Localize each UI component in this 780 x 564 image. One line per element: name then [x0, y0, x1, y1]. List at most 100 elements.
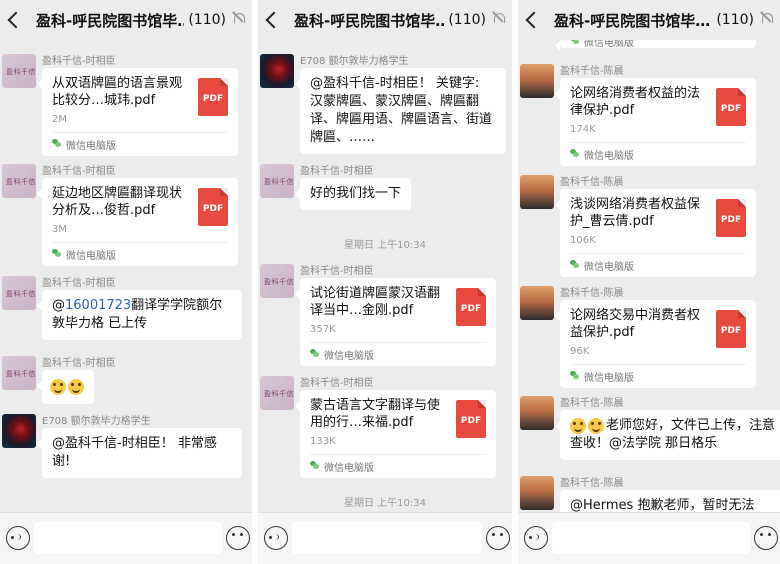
- message-list[interactable]: 盈科千信 盈科千信-时相臣 从双语牌匾的语言景观比较分…城玮.pdf 2M PD…: [0, 40, 252, 512]
- file-name: 浅谈网络消费者权益保护_曹云倩.pdf: [570, 197, 701, 229]
- file-footer: 微信电脑版: [570, 40, 746, 52]
- avatar[interactable]: [520, 175, 554, 209]
- file-card[interactable]: 延边地区牌匾翻译现状分析及…俊哲.pdf 3M PDF 微信电脑版: [37, 178, 238, 266]
- chat-title: 盈科-呼民院图书馆毕…: [554, 11, 711, 30]
- file-name: 试论街道牌匾蒙汉语翻译当中…金刚.pdf: [310, 286, 441, 318]
- file-source: 微信电脑版: [66, 141, 116, 152]
- member-count: (110): [188, 12, 226, 28]
- chat-title: 盈科-呼民院图书馆毕…: [36, 11, 185, 30]
- avatar[interactable]: 盈科千信: [2, 276, 36, 310]
- avatar[interactable]: [520, 286, 554, 320]
- file-card[interactable]: 试论街道牌匾蒙汉语翻译当中…金刚.pdf 357K PDF 微信电脑版: [295, 278, 496, 366]
- text-bubble[interactable]: @盈科千信-时相臣！ 关键字: 汉蒙牌匾、蒙汉牌匾、牌匾翻译、牌匾用语、牌匾语言…: [295, 68, 506, 154]
- smile-emoji-icon: [588, 417, 604, 434]
- file-card[interactable]: 论网络消费者权益的法律保护.pdf 174K PDF 微信电脑版: [555, 78, 756, 166]
- file-footer: 微信电脑版: [570, 253, 746, 275]
- avatar[interactable]: [2, 414, 36, 448]
- file-footer: 微信电脑版: [52, 132, 228, 154]
- file-size: 106K: [570, 235, 596, 246]
- file-footer: 微信电脑版: [310, 342, 486, 364]
- avatar[interactable]: 盈科千信: [2, 356, 36, 390]
- file-size: 96K: [570, 346, 590, 357]
- sender-name: 盈科千信-陈晨: [560, 66, 624, 77]
- file-card[interactable]: 从双语牌匾的语言景观比较分…城玮.pdf 2M PDF 微信电脑版: [37, 68, 238, 156]
- chat-header: 盈科-呼民院图书馆毕… (110): [0, 0, 252, 40]
- avatar[interactable]: [520, 64, 554, 98]
- chat-screenshot-2: 盈科-呼民院图书馆毕… (110) E708 额尔敦毕力格学生 @盈科千信-时相…: [258, 0, 512, 564]
- sender-name: 盈科千信-时相臣: [42, 278, 116, 289]
- file-card[interactable]: 论网络交易中消费者权益保护.pdf 96K PDF 微信电脑版: [555, 300, 756, 388]
- avatar[interactable]: 盈科千信: [260, 164, 294, 198]
- pdf-file-icon: PDF: [716, 88, 746, 126]
- file-size: 174K: [570, 124, 596, 135]
- emoji-icon[interactable]: [226, 526, 250, 550]
- text-bubble[interactable]: [37, 370, 94, 404]
- file-card[interactable]: 蒙古语言文字翻译与使用的行…来福.pdf 133K PDF 微信电脑版: [295, 390, 496, 478]
- file-footer: 微信电脑版: [570, 142, 746, 164]
- sender-name: E708 额尔敦毕力格学生: [42, 416, 151, 427]
- timestamp: 星期日 上午10:34: [344, 240, 426, 251]
- file-name: 蒙古语言文字翻译与使用的行…来福.pdf: [310, 398, 441, 430]
- phone-link[interactable]: 16001723: [65, 298, 131, 313]
- voice-icon[interactable]: [524, 526, 548, 550]
- file-source: 微信电脑版: [584, 40, 634, 49]
- message-input[interactable]: [34, 522, 222, 554]
- avatar[interactable]: 盈科千信: [2, 164, 36, 198]
- wechat-pc-icon: [52, 249, 61, 257]
- file-footer: 微信电脑版: [52, 242, 228, 264]
- text-bubble[interactable]: @盈科千信-时相臣！ 非常感谢!: [37, 428, 242, 478]
- chat-screenshot-3: 盈科-呼民院图书馆毕… (110) 微信电脑版 盈科千信-陈晨 论网络消费者权益…: [518, 0, 780, 564]
- sender-name: 盈科千信-陈晨: [560, 288, 624, 299]
- file-source: 微信电脑版: [584, 373, 634, 384]
- back-arrow-icon[interactable]: [518, 0, 540, 40]
- voice-icon[interactable]: [6, 526, 30, 550]
- file-card[interactable]: 浅谈网络消费者权益保护_曹云倩.pdf 106K PDF 微信电脑版: [555, 189, 756, 277]
- avatar[interactable]: 盈科千信: [260, 376, 294, 410]
- wechat-pc-icon: [570, 149, 579, 157]
- message-list[interactable]: 微信电脑版 盈科千信-陈晨 论网络消费者权益的法律保护.pdf 174K PDF…: [518, 40, 780, 512]
- message-input[interactable]: [292, 522, 482, 554]
- emoji-icon[interactable]: [486, 526, 510, 550]
- text-bubble[interactable]: @16001723翻译学学院额尔敦毕力格 已上传: [37, 290, 242, 340]
- wechat-pc-icon: [52, 139, 61, 147]
- input-bar: [518, 512, 780, 564]
- message-list[interactable]: E708 额尔敦毕力格学生 @盈科千信-时相臣！ 关键字: 汉蒙牌匾、蒙汉牌匾、…: [258, 40, 512, 512]
- emoji-icon[interactable]: [754, 526, 778, 550]
- avatar[interactable]: 盈科千信: [2, 54, 36, 88]
- smile-emoji-icon: [50, 378, 66, 395]
- sender-name: 盈科千信-时相臣: [42, 166, 116, 177]
- avatar[interactable]: [520, 476, 554, 510]
- message-input[interactable]: [552, 522, 750, 554]
- back-arrow-icon[interactable]: [258, 0, 280, 40]
- file-size: 2M: [52, 114, 67, 125]
- avatar[interactable]: 盈科千信: [260, 264, 294, 298]
- avatar[interactable]: [260, 54, 294, 88]
- file-name: 延边地区牌匾翻译现状分析及…俊哲.pdf: [52, 186, 183, 218]
- file-name: 论网络交易中消费者权益保护.pdf: [570, 308, 701, 340]
- file-footer: 微信电脑版: [310, 454, 486, 476]
- file-source: 微信电脑版: [66, 251, 116, 262]
- chat-header: 盈科-呼民院图书馆毕… (110): [258, 0, 512, 40]
- wechat-pc-icon: [570, 40, 579, 44]
- back-arrow-icon[interactable]: [0, 0, 22, 40]
- text-bubble[interactable]: 老师您好，文件已上传，注意查收！@法学院 那日格乐: [555, 410, 780, 460]
- file-source: 微信电脑版: [324, 351, 374, 362]
- smile-emoji-icon: [68, 378, 84, 395]
- file-name: 从双语牌匾的语言景观比较分…城玮.pdf: [52, 76, 183, 108]
- chat-title: 盈科-呼民院图书馆毕…: [294, 11, 445, 30]
- file-card[interactable]: 微信电脑版: [555, 40, 756, 51]
- wechat-pc-icon: [570, 371, 579, 379]
- sender-name: E708 额尔敦毕力格学生: [300, 56, 409, 67]
- text-bubble[interactable]: @Hermes 抱歉老师，暂时无法: [560, 490, 780, 512]
- text-bubble[interactable]: 好的我们找一下: [294, 178, 412, 210]
- sender-name: 盈科千信-时相臣: [42, 358, 116, 369]
- voice-icon[interactable]: [264, 526, 288, 550]
- sender-name: 盈科千信-时相臣: [42, 56, 116, 67]
- sender-name: 盈科千信-陈晨: [560, 398, 624, 409]
- avatar[interactable]: [520, 396, 554, 430]
- file-source: 微信电脑版: [324, 463, 374, 474]
- file-size: 3M: [52, 224, 67, 235]
- file-name: 论网络消费者权益的法律保护.pdf: [570, 86, 701, 118]
- file-footer: 微信电脑版: [570, 364, 746, 386]
- sender-name: 盈科千信-陈晨: [560, 478, 624, 489]
